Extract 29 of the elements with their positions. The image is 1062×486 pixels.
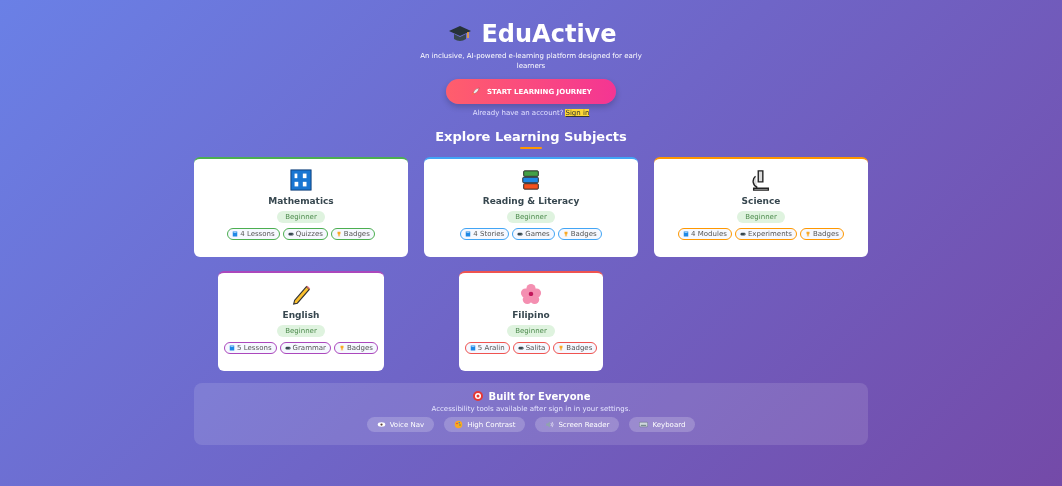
book-icon — [465, 231, 472, 237]
section-heading: Explore Learning Subjects — [435, 129, 627, 144]
book-icon — [683, 231, 690, 237]
palette-icon — [454, 420, 464, 429]
subject-title: Reading & Literacy — [482, 196, 580, 206]
trophy-icon — [338, 345, 345, 351]
books-icon — [520, 169, 542, 191]
trophy-icon — [804, 231, 811, 237]
trophy-icon — [558, 345, 565, 351]
heading-underline — [520, 147, 542, 149]
panel-title: Built for Everyone — [488, 390, 591, 402]
keyboard-icon — [639, 420, 649, 429]
speaker-icon — [545, 420, 555, 429]
trophy-icon — [562, 231, 569, 237]
trophy-icon — [335, 231, 342, 237]
target-icon — [471, 390, 484, 402]
book-icon — [229, 345, 236, 351]
app-title: EduActive — [481, 20, 617, 48]
subject-title: Filipino — [512, 310, 550, 320]
microscope-icon — [750, 169, 772, 191]
subject-title: Science — [741, 196, 781, 206]
numbers-icon — [290, 169, 312, 191]
flower-icon — [520, 283, 542, 305]
subject-title: Mathematics — [268, 196, 334, 206]
subject-title: English — [282, 310, 320, 320]
pencil-icon — [290, 283, 312, 305]
eye-icon — [376, 420, 386, 429]
book-icon — [469, 345, 476, 351]
book-icon — [232, 231, 239, 237]
